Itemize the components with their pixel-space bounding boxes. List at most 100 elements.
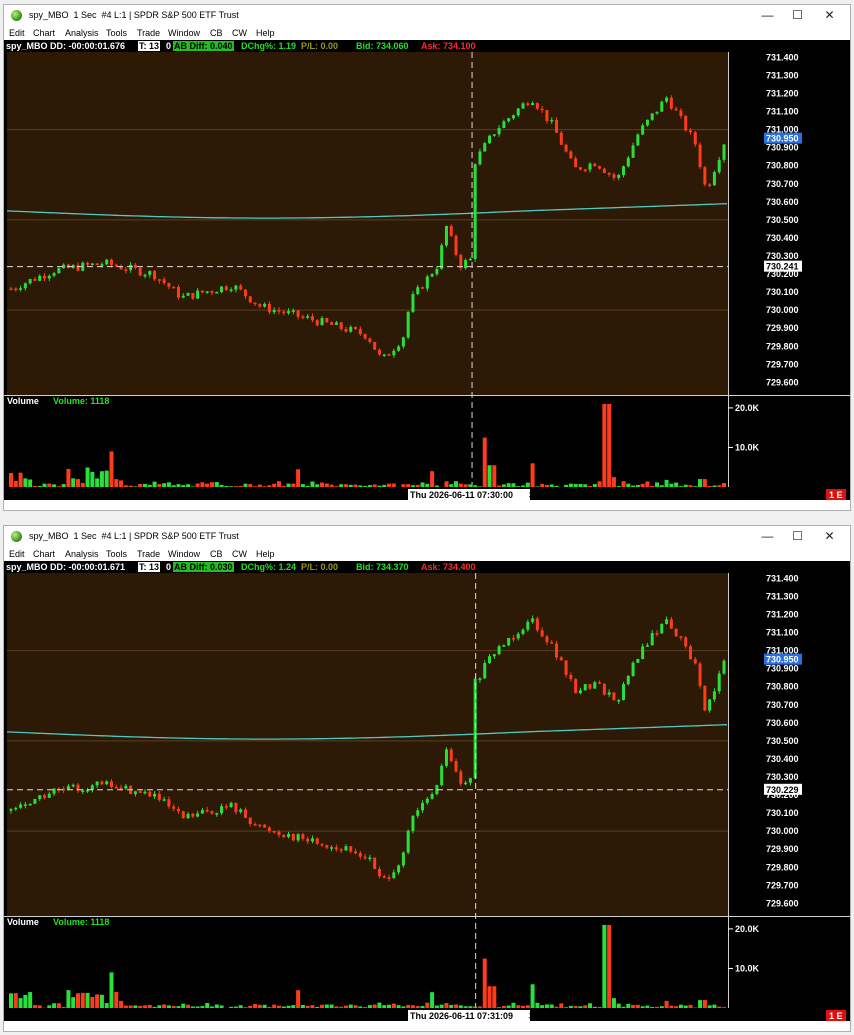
volume-bar	[516, 486, 521, 487]
minimize-button[interactable]: —	[751, 526, 784, 548]
menu-help[interactable]: Help	[256, 28, 275, 38]
volume-bar	[664, 1000, 669, 1008]
menu-edit[interactable]: Edit	[9, 28, 25, 38]
volume-bar	[329, 484, 334, 487]
chart-window-2[interactable]: spy_MBO 1 Sec #4 L:1 | SPDR S&P 500 ETF …	[3, 525, 851, 1032]
time-tick-label: 7:26:04	[332, 1011, 363, 1021]
price-tick-label: 731.300	[766, 591, 799, 601]
volume-bar	[353, 484, 358, 487]
volume-bar	[396, 1005, 401, 1008]
menu-cb[interactable]: CB	[210, 28, 223, 38]
candle-body	[325, 318, 329, 323]
volume-bar	[554, 485, 559, 487]
candle-body	[693, 659, 697, 664]
maximize-button[interactable]: ☐	[781, 5, 814, 27]
candle-body	[377, 349, 381, 355]
chart-area[interactable]: 731.400 731.300 731.200 731.100 731.000 730.9…	[4, 40, 850, 510]
menu-tools[interactable]: Tools	[106, 549, 127, 559]
menu-cb[interactable]: CB	[210, 549, 223, 559]
volume-bar	[104, 470, 109, 487]
volume-bar	[458, 483, 463, 487]
candle-body	[148, 791, 152, 797]
volume-bar	[621, 1006, 626, 1008]
menu-chart[interactable]: Chart	[33, 549, 55, 559]
volume-bar	[363, 485, 368, 487]
volume-bar	[387, 1004, 392, 1008]
candle-body	[511, 637, 515, 640]
volume-bar	[324, 1004, 329, 1008]
candle-body	[100, 264, 104, 266]
candle-body	[339, 849, 343, 851]
candle-body	[124, 269, 128, 271]
volume-bar	[13, 993, 18, 1008]
candle-body	[162, 799, 166, 801]
price-volume-chart[interactable]: 731.400731.300731.200731.100731.000730.9…	[4, 561, 850, 1021]
volume-bar	[568, 483, 573, 487]
menu-cw[interactable]: CW	[232, 549, 247, 559]
volume-bar	[611, 477, 616, 487]
candle-body	[267, 827, 271, 831]
title-bar[interactable]: spy_MBO 1 Sec #4 L:1 | SPDR S&P 500 ETF …	[4, 5, 850, 27]
menu-analysis[interactable]: Analysis	[65, 549, 99, 559]
candle-body	[708, 184, 712, 186]
price-tick-label: 730.400	[766, 233, 799, 243]
price-volume-chart[interactable]: 731.400731.300731.200731.100731.000730.9…	[4, 40, 850, 500]
candle-body	[90, 263, 94, 265]
maximize-button[interactable]: ☐	[781, 526, 814, 548]
menu-analysis[interactable]: Analysis	[65, 28, 99, 38]
price-tick-label: 731.200	[766, 610, 799, 620]
volume-bar	[90, 997, 95, 1008]
menu-trade[interactable]: Trade	[137, 28, 160, 38]
volume-bar	[410, 1005, 415, 1008]
candle-body	[196, 813, 200, 817]
menu-trade[interactable]: Trade	[137, 549, 160, 559]
menu-edit[interactable]: Edit	[9, 549, 25, 559]
menu-tools[interactable]: Tools	[106, 28, 127, 38]
volume-bar	[95, 994, 100, 1008]
candle-body	[14, 288, 18, 291]
candle-body	[109, 259, 113, 265]
candle-body	[196, 290, 200, 299]
volume-bar	[573, 1006, 578, 1008]
close-button[interactable]: ✕	[813, 5, 846, 27]
title-bar[interactable]: spy_MBO 1 Sec #4 L:1 | SPDR S&P 500 ETF …	[4, 526, 850, 548]
price-tick-label: 730.600	[766, 718, 799, 728]
candle-body	[42, 795, 46, 798]
menu-cw[interactable]: CW	[232, 28, 247, 38]
volume-bar	[530, 463, 535, 487]
minimize-button[interactable]: —	[751, 5, 784, 27]
candle-body	[258, 824, 262, 827]
menu-help[interactable]: Help	[256, 549, 275, 559]
candle-body	[301, 834, 305, 839]
candle-body	[555, 643, 559, 658]
volume-bar	[415, 484, 420, 487]
volume-bar	[123, 485, 128, 487]
time-tick-label: 3	[529, 1011, 534, 1021]
chart-window-1[interactable]: spy_MBO 1 Sec #4 L:1 | SPDR S&P 500 ETF …	[3, 4, 851, 511]
volume-bar	[511, 483, 516, 487]
candle-body	[52, 273, 56, 276]
volume-bar	[233, 486, 238, 487]
menu-window[interactable]: Window	[168, 28, 200, 38]
price-tick-label: 729.600	[766, 898, 799, 908]
chart-area[interactable]: 731.400 731.300 731.200 731.100 731.000 730.9…	[4, 561, 850, 1031]
volume-bar	[181, 485, 186, 487]
volume-bar	[568, 1005, 573, 1008]
candle-body	[382, 354, 386, 356]
candle-body	[248, 296, 252, 303]
volume-bar	[468, 484, 473, 487]
volume-bar	[583, 1005, 588, 1008]
menu-chart[interactable]: Chart	[33, 28, 55, 38]
volume-bar	[578, 483, 583, 487]
close-button[interactable]: ✕	[813, 526, 846, 548]
volume-bar	[707, 1005, 712, 1008]
volume-bar	[544, 484, 549, 487]
volume-bar	[142, 1005, 147, 1008]
candle-body	[521, 629, 525, 634]
candle-body	[698, 144, 702, 168]
candle-body	[626, 675, 630, 685]
candle-body	[373, 857, 377, 870]
candle-body	[430, 274, 434, 277]
menu-window[interactable]: Window	[168, 549, 200, 559]
volume-bar	[372, 1004, 377, 1008]
